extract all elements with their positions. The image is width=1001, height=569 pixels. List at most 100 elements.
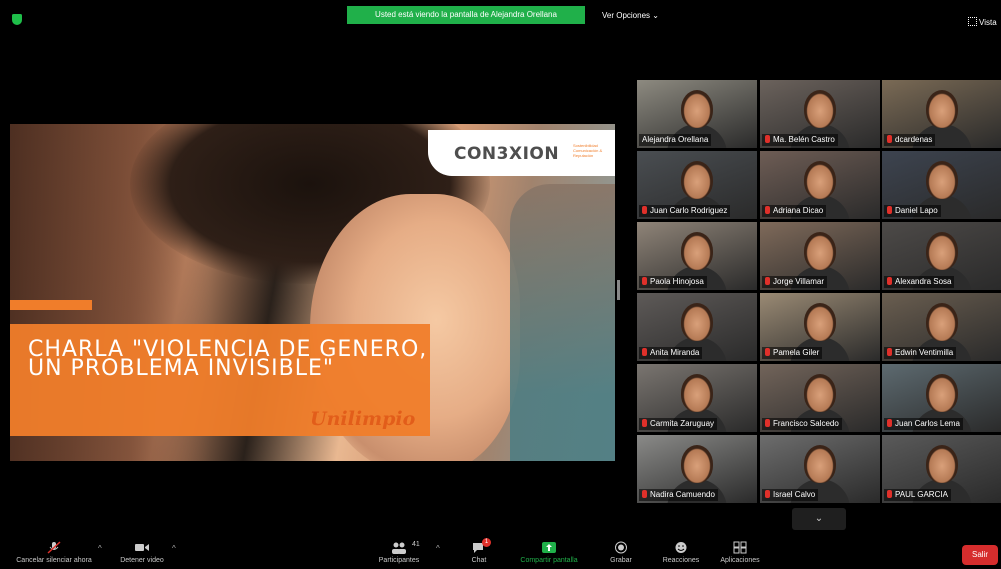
reactions-button[interactable]: Reacciones <box>656 536 706 569</box>
microphone-muted-icon <box>765 490 770 498</box>
logo-subtitle: Sostenibilidad Comunicación & Reputación <box>573 143 603 158</box>
gallery-resize-handle[interactable] <box>617 280 620 300</box>
video-label: Detener video <box>120 557 164 564</box>
video-camera-icon <box>135 544 149 551</box>
participant-tile[interactable]: Alexandra Sosa <box>882 222 1001 290</box>
microphone-muted-icon <box>887 277 892 285</box>
view-button[interactable]: Vista <box>968 17 997 27</box>
share-screen-label: Compartir pantalla <box>520 557 578 564</box>
participant-name: Israel Calvo <box>762 489 819 501</box>
microphone-muted-icon <box>887 419 892 427</box>
microphone-muted-icon <box>642 490 647 498</box>
participant-name: Nadira Camuendo <box>639 489 718 501</box>
participant-tile[interactable]: Edwin Ventimilla <box>882 293 1001 361</box>
participant-name-text: Edwin Ventimilla <box>895 348 954 357</box>
participant-name-text: Adriana Dicao <box>773 206 824 215</box>
participant-head <box>926 374 958 412</box>
participant-name-text: Francisco Salcedo <box>773 419 839 428</box>
participant-name: Adriana Dicao <box>762 205 827 217</box>
audio-options-caret[interactable]: ^ <box>98 544 102 553</box>
microphone-muted-icon <box>642 277 647 285</box>
participant-name-text: Pamela Giler <box>773 348 820 357</box>
top-bar: Usted está viendo la pantalla de Alejand… <box>0 0 1001 30</box>
participant-head <box>926 303 958 341</box>
participant-tile[interactable]: Juan Carlos Lema <box>882 364 1001 432</box>
record-button[interactable]: Grabar <box>604 536 638 569</box>
chat-label: Chat <box>471 557 487 564</box>
chat-badge: 1 <box>482 538 491 547</box>
participant-tile[interactable]: Juan Carlo Rodriguez <box>637 151 757 219</box>
record-label: Grabar <box>610 557 632 564</box>
participant-name: Ma. Belén Castro <box>762 134 838 146</box>
unilimpio-logo: Unilimpio <box>310 408 416 430</box>
participant-name-text: Ma. Belén Castro <box>773 135 835 144</box>
participant-tile[interactable]: Nadira Camuendo <box>637 435 757 503</box>
slide-title: CHARLA "VIOLENCIA DE GENERO, UN PROBLEMA… <box>28 337 428 381</box>
security-shield-icon[interactable] <box>12 14 22 25</box>
participant-name-text: PAUL GARCIA <box>895 490 948 499</box>
participant-tile[interactable]: Ma. Belén Castro <box>760 80 880 148</box>
con3xion-logo: CON3XION <box>454 144 560 164</box>
participant-tile[interactable]: Adriana Dicao <box>760 151 880 219</box>
participant-name: Alexandra Sosa <box>884 276 955 288</box>
gallery-next-page-button[interactable]: ⌄ <box>792 508 846 530</box>
participant-head <box>926 90 958 128</box>
share-screen-icon <box>542 542 556 553</box>
participant-tile[interactable]: PAUL GARCIA <box>882 435 1001 503</box>
participant-name-text: Juan Carlos Lema <box>895 419 960 428</box>
shared-screen: CON3XION Sostenibilidad Comunicación & R… <box>10 124 615 461</box>
participant-head <box>681 303 713 341</box>
participant-name: Carmita Zaruguay <box>639 418 718 430</box>
apps-icon <box>733 541 747 554</box>
video-button[interactable]: Detener video <box>116 536 168 569</box>
microphone-muted-icon <box>887 135 892 143</box>
participant-tile[interactable]: Israel Calvo <box>760 435 880 503</box>
participant-tile[interactable]: dcardenas <box>882 80 1001 148</box>
view-options-label: Ver Opciones <box>602 11 651 20</box>
record-icon <box>615 541 627 554</box>
participant-tile[interactable]: Francisco Salcedo <box>760 364 880 432</box>
microphone-muted-icon <box>47 541 61 554</box>
participant-name: PAUL GARCIA <box>884 489 951 501</box>
view-label: Vista <box>979 18 997 27</box>
microphone-muted-icon <box>765 419 770 427</box>
participant-head <box>681 90 713 128</box>
participant-name-text: Nadira Camuendo <box>650 490 715 499</box>
participant-name-text: Daniel Lapo <box>895 206 938 215</box>
participant-tile[interactable]: Jorge Villamar <box>760 222 880 290</box>
apps-button[interactable]: Aplicaciones <box>712 536 768 569</box>
leave-button[interactable]: Salir <box>962 545 998 565</box>
participant-name-text: Alejandra Orellana <box>642 135 709 144</box>
view-options-button[interactable]: Ver Opciones ⌄ <box>602 11 659 20</box>
microphone-muted-icon <box>887 206 892 214</box>
video-options-caret[interactable]: ^ <box>172 544 176 553</box>
participant-tile[interactable]: Pamela Giler <box>760 293 880 361</box>
microphone-muted-icon <box>642 419 647 427</box>
participant-name: Juan Carlos Lema <box>884 418 963 430</box>
mute-button[interactable]: Cancelar silenciar ahora <box>14 536 94 569</box>
microphone-muted-icon <box>765 206 770 214</box>
participant-tile[interactable]: Anita Miranda <box>637 293 757 361</box>
participant-head <box>926 161 958 199</box>
microphone-muted-icon <box>765 348 770 356</box>
microphone-muted-icon <box>642 348 647 356</box>
participant-tile[interactable]: Paola Hinojosa <box>637 222 757 290</box>
participant-head <box>926 232 958 270</box>
participant-name: Jorge Villamar <box>762 276 827 288</box>
participants-label: Participantes <box>378 557 420 564</box>
participant-name: Alejandra Orellana <box>639 134 712 146</box>
participants-icon <box>392 542 406 554</box>
participants-caret[interactable]: ^ <box>436 544 440 553</box>
microphone-muted-icon <box>765 277 770 285</box>
participant-head <box>804 303 836 341</box>
participant-name-text: Alexandra Sosa <box>895 277 952 286</box>
participant-tile[interactable]: Carmita Zaruguay <box>637 364 757 432</box>
participant-tile[interactable]: Alejandra Orellana <box>637 80 757 148</box>
participant-name: Francisco Salcedo <box>762 418 842 430</box>
participant-name-text: Israel Calvo <box>773 490 816 499</box>
participants-count: 41 <box>412 541 420 548</box>
share-screen-button[interactable]: Compartir pantalla <box>512 536 586 569</box>
microphone-muted-icon <box>887 490 892 498</box>
participant-head <box>926 445 958 483</box>
participant-tile[interactable]: Daniel Lapo <box>882 151 1001 219</box>
